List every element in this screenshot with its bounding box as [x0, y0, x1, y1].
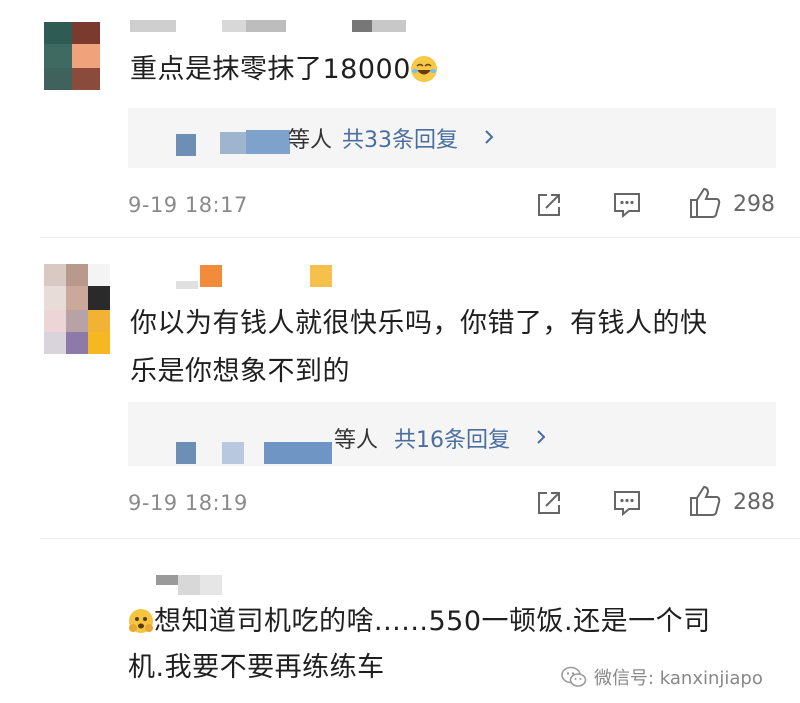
share-icon[interactable] [534, 488, 564, 518]
chevron-right-icon[interactable] [482, 128, 496, 146]
like-count: 288 [733, 490, 775, 515]
laughing-emoji-icon [410, 56, 437, 82]
username[interactable] [176, 265, 376, 289]
watermark: 微信号: kanxinjiapo [560, 664, 763, 690]
comment-icon[interactable] [612, 488, 642, 518]
reply-summary-box[interactable]: 等人 共16条回复 [128, 402, 776, 466]
reply-summary: 等人 [334, 428, 379, 453]
chevron-right-icon[interactable] [534, 428, 548, 446]
wechat-logo-icon [561, 666, 587, 687]
reply-count-link[interactable]: 共33条回复 [342, 122, 458, 154]
divider [40, 237, 800, 238]
avatar[interactable] [44, 264, 112, 354]
reply-summary-box[interactable]: 等人 共33条回复 [128, 108, 776, 168]
comment-text: 你以为有钱人就很快乐吗，你错了，有钱人的快 乐是你想象不到的 [130, 308, 708, 387]
username[interactable] [156, 575, 226, 597]
cold-sweat-emoji-icon [128, 608, 154, 634]
share-icon[interactable] [534, 190, 564, 220]
thumbs-up-icon[interactable] [688, 186, 722, 220]
divider [40, 538, 800, 539]
avatar[interactable] [44, 22, 100, 90]
username[interactable] [130, 20, 430, 32]
thumbs-up-icon[interactable] [688, 484, 722, 518]
watermark-text: 微信号: kanxinjiapo [594, 668, 763, 689]
like-count: 298 [733, 192, 775, 217]
comment-text: 重点是抹零抹了18000 [130, 50, 437, 90]
timestamp: 9-19 18:17 [128, 193, 248, 217]
reply-count-link[interactable]: 共16条回复 [394, 422, 510, 454]
timestamp: 9-19 18:19 [128, 491, 248, 515]
comment-icon[interactable] [612, 190, 642, 220]
reply-summary: 等人 [288, 128, 333, 153]
